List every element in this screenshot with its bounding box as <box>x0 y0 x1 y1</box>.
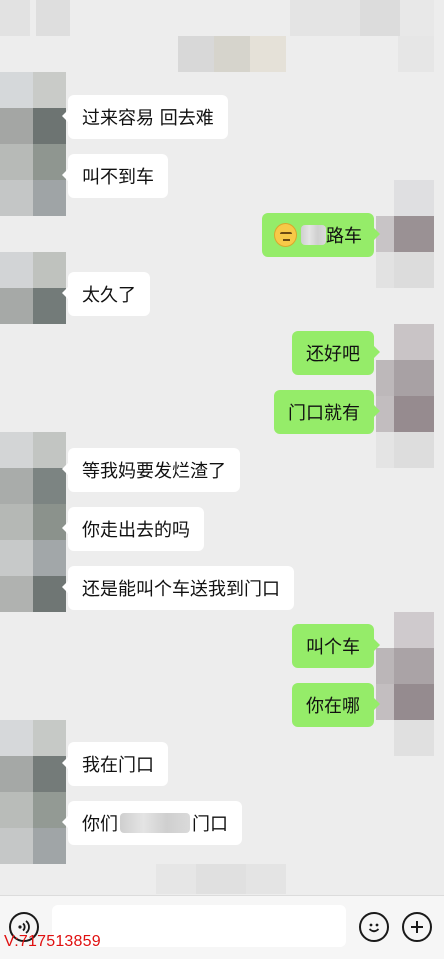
avatar-contact[interactable] <box>0 432 66 612</box>
message-bubble-received[interactable]: 还是能叫个车送我到门口 <box>62 566 294 610</box>
message-text: 还是能叫个车送我到门口 <box>82 579 280 600</box>
avatar-self[interactable] <box>376 612 434 756</box>
message-bubble-received[interactable]: 你们 门口 <box>62 801 242 845</box>
message-text: 你们 <box>82 814 118 835</box>
message-text: 等我妈要发烂渣了 <box>82 461 226 482</box>
message-bubble-sent[interactable]: 叫个车 <box>292 624 380 668</box>
message-text: 你走出去的吗 <box>82 520 190 541</box>
avatar-self[interactable] <box>376 324 434 468</box>
message-text: 路车 <box>326 226 362 247</box>
message-text: 还好吧 <box>306 344 360 365</box>
message-text: 你在哪 <box>306 696 360 717</box>
message-text: 过来容易 回去难 <box>82 108 214 129</box>
avatar-self[interactable] <box>376 180 434 288</box>
message-bubble-sent[interactable]: 路车 <box>262 213 380 257</box>
avatar-contact[interactable] <box>0 72 66 216</box>
grimacing-face-icon <box>274 223 298 247</box>
message-bubble-sent[interactable]: 还好吧 <box>292 331 380 375</box>
message-bubble-received[interactable]: 你走出去的吗 <box>62 507 204 551</box>
message-text: 我在门口 <box>82 755 154 776</box>
message-bubble-received[interactable]: 过来容易 回去难 <box>62 95 228 139</box>
emoji-button[interactable] <box>359 912 389 942</box>
avatar-contact[interactable] <box>0 720 66 864</box>
message-bubble-received[interactable]: 我在门口 <box>62 742 168 786</box>
message-bubble-sent[interactable]: 你在哪 <box>292 683 380 727</box>
message-bubble-received[interactable]: 太久了 <box>62 272 150 316</box>
message-text: 门口 <box>192 814 228 835</box>
watermark-text: V:717513859 <box>4 933 101 950</box>
plus-icon <box>411 921 423 933</box>
message-text: 叫不到车 <box>82 167 154 188</box>
message-bubble-sent[interactable]: 门口就有 <box>274 390 380 434</box>
pixelated-header <box>0 0 444 72</box>
message-text: 门口就有 <box>288 403 360 424</box>
redacted-text <box>301 225 326 245</box>
emoji-icon <box>368 923 380 933</box>
message-bubble-received[interactable]: 等我妈要发烂渣了 <box>62 448 240 492</box>
redacted-text <box>120 813 190 833</box>
avatar-contact[interactable] <box>0 252 66 324</box>
message-bubble-received[interactable]: 叫不到车 <box>62 154 168 198</box>
message-text: 太久了 <box>82 285 136 306</box>
plus-button[interactable] <box>402 912 432 942</box>
message-text: 叫个车 <box>306 637 360 658</box>
pixelated-strip <box>156 864 286 894</box>
